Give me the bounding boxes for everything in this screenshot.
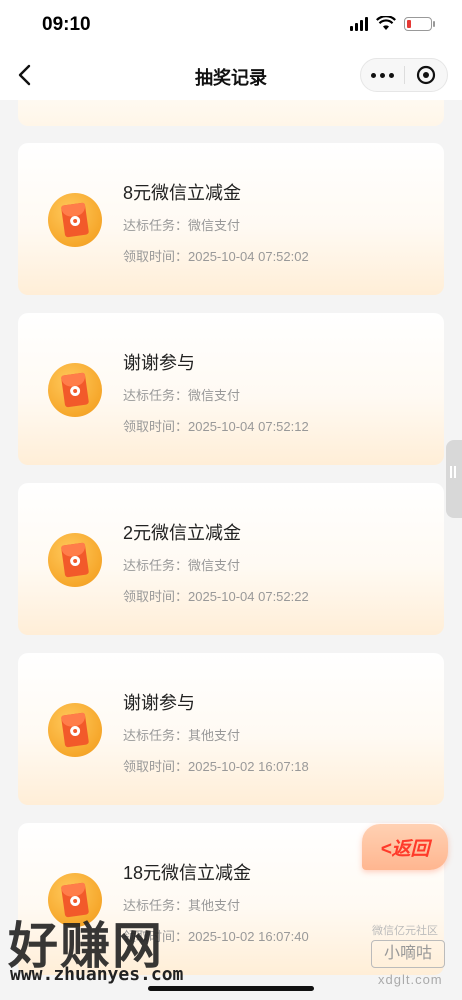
home-indicator — [148, 986, 314, 991]
record-task: 达标任务：微信支付 — [123, 558, 241, 573]
record-title: 18元微信立减金 — [123, 863, 252, 883]
record-card: 谢谢参与 达标任务：微信支付 领取时间：2025-10-04 07:52:12 — [18, 313, 444, 465]
target-icon — [416, 65, 436, 85]
watermark-caption: 微信亿元社区 — [372, 925, 438, 937]
record-title: 2元微信立减金 — [123, 523, 242, 543]
red-envelope-icon — [48, 533, 102, 587]
record-task: 达标任务：微信支付 — [123, 218, 241, 233]
close-button[interactable] — [405, 65, 447, 85]
red-envelope-icon — [48, 363, 102, 417]
record-card: 谢谢参与 达标任务：其他支付 领取时间：2025-10-02 16:07:18 — [18, 653, 444, 805]
watermark-badge: 小嘀咕 — [371, 940, 445, 968]
record-time: 领取时间：2025-10-02 16:07:18 — [123, 759, 309, 774]
record-time: 领取时间：2025-10-04 07:52:12 — [123, 419, 309, 434]
side-drawer-handle[interactable] — [446, 440, 462, 518]
record-card-partial — [18, 100, 444, 126]
nav-bar: 抽奖记录 — [0, 50, 462, 100]
watermark-url: www.zhuanyes.com — [10, 964, 184, 985]
return-float-button[interactable]: <返回 — [362, 824, 448, 870]
record-card: 2元微信立减金 达标任务：微信支付 领取时间：2025-10-04 07:52:… — [18, 483, 444, 635]
record-title: 谢谢参与 — [123, 693, 195, 713]
signal-icon — [350, 16, 368, 31]
mini-program-capsule — [360, 58, 448, 92]
watermark-domain: xdglt.com — [378, 972, 443, 987]
status-time: 09:10 — [42, 14, 91, 35]
record-title: 8元微信立减金 — [123, 183, 242, 203]
record-task: 达标任务：微信支付 — [123, 388, 241, 403]
record-time: 领取时间：2025-10-04 07:52:22 — [123, 589, 309, 604]
wifi-icon — [376, 16, 396, 30]
red-envelope-icon — [48, 703, 102, 757]
red-envelope-icon — [48, 193, 102, 247]
more-button[interactable] — [361, 72, 404, 78]
record-time: 领取时间：2025-10-04 07:52:02 — [123, 249, 309, 264]
record-title: 谢谢参与 — [123, 353, 195, 373]
status-icons — [350, 16, 435, 31]
record-card: 8元微信立减金 达标任务：微信支付 领取时间：2025-10-04 07:52:… — [18, 143, 444, 295]
status-bar: 09:10 — [0, 0, 462, 50]
record-task: 达标任务：其他支付 — [123, 728, 241, 743]
battery-icon — [404, 16, 435, 31]
